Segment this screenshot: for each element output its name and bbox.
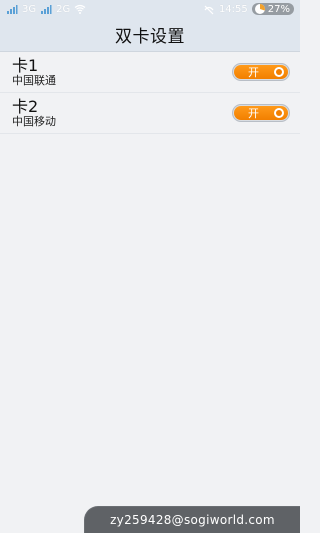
- title-bar: 双卡设置: [0, 18, 300, 52]
- watermark-pill: zy259428@sogiworld.com: [84, 506, 300, 533]
- sim-card-name: 卡2: [12, 96, 39, 116]
- sim-card-carrier: 中国移动: [12, 115, 56, 129]
- sim2-network-label: 2G: [56, 3, 71, 15]
- sim-card-row[interactable]: 卡2 中国移动 开: [0, 93, 300, 134]
- toggle-knob: [274, 67, 284, 77]
- sim-card-list: 卡1 中国联通 开 卡2 中国移动 开: [0, 52, 300, 134]
- toggle-label: 开: [248, 65, 259, 79]
- battery-indicator: 27%: [251, 3, 294, 15]
- wifi-icon: [74, 3, 86, 15]
- signal-icon: [6, 3, 18, 15]
- status-bar-left: 3G 2G: [6, 3, 86, 15]
- status-bar-right: 14:55 27%: [203, 3, 294, 15]
- sim-card-toggle[interactable]: 开: [232, 63, 290, 81]
- toggle-knob: [274, 108, 284, 118]
- toggle-label: 开: [248, 106, 259, 120]
- sim-card-carrier: 中国联通: [12, 74, 56, 88]
- sim1-network-label: 3G: [22, 3, 37, 15]
- battery-icon: [254, 3, 266, 15]
- sim-card-toggle[interactable]: 开: [232, 104, 290, 122]
- sim-card-name: 卡1: [12, 55, 39, 75]
- page-title: 双卡设置: [115, 27, 185, 47]
- sim-card-row[interactable]: 卡1 中国联通 开: [0, 52, 300, 93]
- battery-percent: 27%: [267, 3, 290, 15]
- clock: 14:55: [218, 3, 248, 15]
- watermark-text: zy259428@sogiworld.com: [110, 513, 275, 527]
- signal-icon: [40, 3, 52, 15]
- mute-icon: [203, 3, 215, 15]
- status-bar: 3G 2G 14:55 27%: [0, 0, 300, 18]
- toggle-fill: 开: [234, 106, 288, 120]
- sim-card-text: 卡1 中国联通: [12, 57, 56, 88]
- sim-card-text: 卡2 中国移动: [12, 98, 56, 129]
- toggle-fill: 开: [234, 65, 288, 79]
